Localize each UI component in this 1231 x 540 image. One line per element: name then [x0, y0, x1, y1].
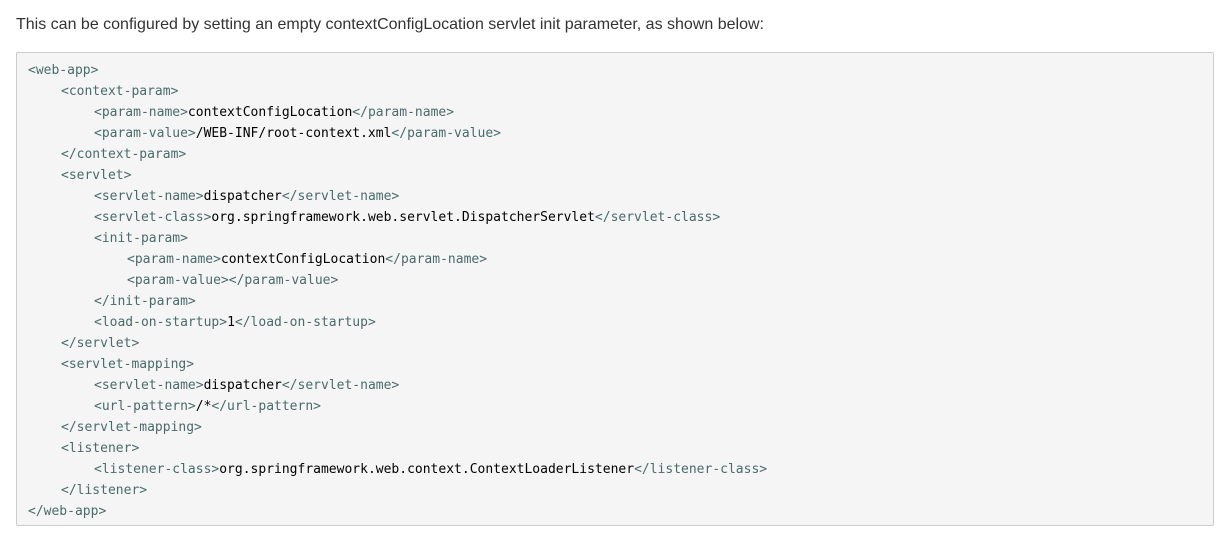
code-line: <web-app>	[28, 60, 1202, 81]
code-line: </servlet-mapping>	[28, 417, 1202, 438]
code-line: </web-app>	[28, 501, 1202, 522]
xml-tag: <servlet-name>	[94, 189, 204, 204]
xml-tag: </load-on-startup>	[234, 315, 376, 330]
xml-text: dispatcher	[203, 378, 282, 393]
xml-tag: </param-name>	[385, 252, 488, 267]
code-line: <listener-class>org.springframework.web.…	[28, 459, 1202, 480]
xml-tag: </servlet-mapping>	[61, 420, 202, 435]
xml-tag: </param-name>	[352, 105, 455, 120]
xml-tag: </listener-class>	[634, 462, 768, 477]
xml-text: org.springframework.web.servlet.Dispatch…	[211, 210, 595, 225]
xml-tag: <web-app>	[28, 63, 99, 78]
xml-text: org.springframework.web.context.ContextL…	[219, 462, 635, 477]
code-line: <param-value></param-value>	[28, 270, 1202, 291]
code-line: <listener>	[28, 438, 1202, 459]
code-line: <param-name>contextConfigLocation</param…	[28, 249, 1202, 270]
xml-tag: <servlet>	[61, 168, 132, 183]
xml-text: contextConfigLocation	[187, 105, 353, 120]
xml-text: contextConfigLocation	[220, 252, 386, 267]
code-line: <param-value>/WEB-INF/root-context.xml</…	[28, 123, 1202, 144]
code-line: <servlet-mapping>	[28, 354, 1202, 375]
xml-tag: </servlet>	[61, 336, 140, 351]
code-line: </context-param>	[28, 144, 1202, 165]
code-lines: <web-app> <context-param> <param-name>cont…	[28, 60, 1202, 522]
xml-tag: <listener-class>	[94, 462, 220, 477]
code-line: <servlet>	[28, 165, 1202, 186]
xml-tag: <load-on-startup>	[94, 315, 228, 330]
xml-text: dispatcher	[203, 189, 282, 204]
code-line: </servlet>	[28, 333, 1202, 354]
code-line: <load-on-startup>1</load-on-startup>	[28, 312, 1202, 333]
xml-tag: </init-param>	[94, 294, 196, 309]
xml-tag: </listener>	[61, 483, 148, 498]
code-line: <param-name>contextConfigLocation</param…	[28, 102, 1202, 123]
xml-tag: <listener>	[61, 441, 140, 456]
xml-text: /*	[195, 399, 212, 414]
xml-tag: <servlet-class>	[94, 210, 212, 225]
code-line: <context-param>	[28, 81, 1202, 102]
code-line: </init-param>	[28, 291, 1202, 312]
code-line: <servlet-name>dispatcher</servlet-name>	[28, 375, 1202, 396]
code-block: <web-app> <context-param> <param-name>cont…	[16, 52, 1214, 526]
xml-tag: </web-app>	[28, 504, 107, 519]
xml-tag: </url-pattern>	[211, 399, 321, 414]
xml-tag: <param-name>	[127, 252, 221, 267]
xml-tag: <param-value></param-value>	[127, 273, 339, 288]
xml-tag: <servlet-mapping>	[61, 357, 195, 372]
xml-tag: </param-value>	[391, 126, 501, 141]
xml-tag: <init-param>	[94, 231, 188, 246]
xml-tag: <param-value>	[94, 126, 196, 141]
code-line: <servlet-class>org.springframework.web.s…	[28, 207, 1202, 228]
code-line: <url-pattern>/*</url-pattern>	[28, 396, 1202, 417]
xml-tag: </servlet-class>	[594, 210, 721, 225]
xml-tag: </context-param>	[61, 147, 187, 162]
xml-tag: <url-pattern>	[94, 399, 196, 414]
xml-text: /WEB-INF/root-context.xml	[195, 126, 392, 141]
code-line: </listener>	[28, 480, 1202, 501]
code-line: <init-param>	[28, 228, 1202, 249]
xml-tag: </servlet-name>	[281, 378, 400, 393]
xml-tag: <param-name>	[94, 105, 188, 120]
xml-text: 1	[227, 315, 235, 330]
xml-tag: </servlet-name>	[281, 189, 400, 204]
xml-tag: <servlet-name>	[94, 378, 204, 393]
code-line: <servlet-name>dispatcher</servlet-name>	[28, 186, 1202, 207]
intro-paragraph: This can be configured by setting an emp…	[16, 16, 764, 33]
xml-tag: <context-param>	[61, 84, 179, 99]
